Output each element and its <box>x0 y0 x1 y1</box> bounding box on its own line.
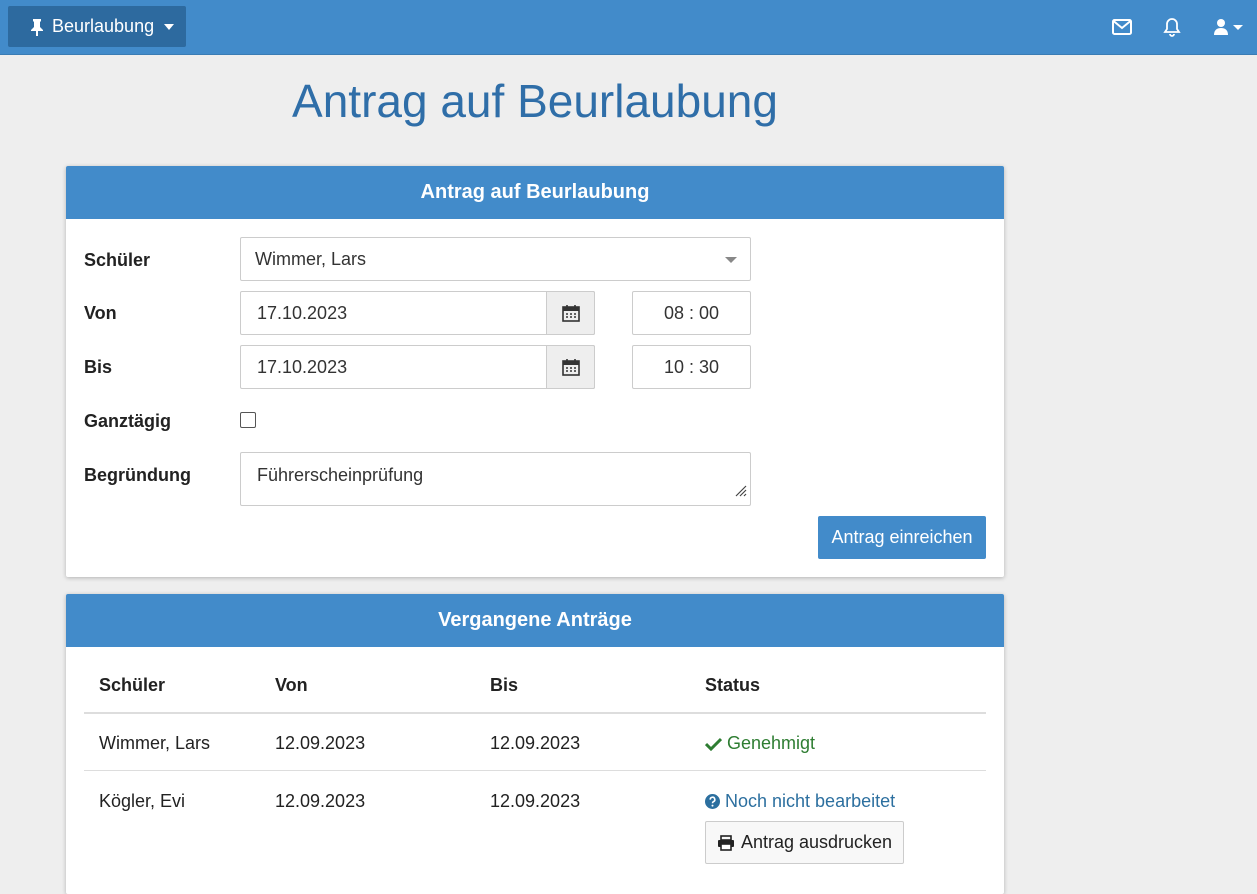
column-header-student: Schüler <box>99 675 166 695</box>
status-badge: Genehmigt <box>705 733 815 754</box>
submit-request-button[interactable]: Antrag einreichen <box>818 516 986 559</box>
from-date-value: 17.10.2023 <box>257 302 348 323</box>
status-text: Genehmigt <box>727 733 816 753</box>
from-date-picker-button[interactable] <box>546 291 595 335</box>
resize-handle-icon[interactable] <box>733 481 747 502</box>
row-divider <box>84 770 986 771</box>
column-header-status: Status <box>705 675 761 695</box>
printer-icon <box>717 834 734 851</box>
from-time-input[interactable]: 08 : 00 <box>632 291 751 335</box>
from-label: Von <box>84 303 117 323</box>
to-time-input[interactable]: 10 : 30 <box>632 345 751 389</box>
mail-icon[interactable] <box>1112 0 1132 54</box>
beurlaubung-menu-label: Beurlaubung <box>52 16 155 36</box>
past-requests-panel: Vergangene Anträge Schüler Von Bis Statu… <box>66 594 1004 894</box>
bell-icon[interactable] <box>1163 0 1181 54</box>
row-to: 12.09.2023 <box>490 733 581 753</box>
from-time-value: 08 : 00 <box>663 302 720 323</box>
calendar-icon <box>561 305 580 322</box>
top-navbar: Beurlaubung <box>0 0 1257 55</box>
status-badge: Noch nicht bearbeitet <box>705 791 895 812</box>
allday-checkbox[interactable] <box>240 412 256 428</box>
check-icon <box>705 737 722 751</box>
status-text: Noch nicht bearbeitet <box>725 791 896 811</box>
request-form-panel: Antrag auf Beurlaubung Schüler Wimmer, L… <box>66 166 1004 577</box>
past-requests-heading: Vergangene Anträge <box>66 594 1004 647</box>
to-label: Bis <box>84 357 113 377</box>
chevron-down-icon <box>164 23 175 30</box>
column-header-to: Bis <box>490 675 519 695</box>
row-to: 12.09.2023 <box>490 791 581 811</box>
row-student: Wimmer, Lars <box>99 733 211 753</box>
to-time-value: 10 : 30 <box>663 356 720 377</box>
row-from: 12.09.2023 <box>275 791 366 811</box>
to-date-value: 17.10.2023 <box>257 356 348 377</box>
to-date-input[interactable]: 17.10.2023 <box>240 345 595 389</box>
student-select[interactable]: Wimmer, Lars <box>240 237 751 281</box>
student-label: Schüler <box>84 250 151 270</box>
reason-value: Führerscheinprüfung <box>257 465 424 485</box>
chevron-down-icon <box>725 257 737 263</box>
pin-icon <box>30 18 44 36</box>
row-from: 12.09.2023 <box>275 733 366 753</box>
page-title: Antrag auf Beurlaubung <box>292 75 778 127</box>
user-menu-icon[interactable] <box>1213 0 1247 54</box>
request-form-heading: Antrag auf Beurlaubung <box>66 166 1004 219</box>
table-header-divider <box>84 712 986 714</box>
reason-textarea[interactable]: Führerscheinprüfung <box>240 452 751 506</box>
from-date-input[interactable]: 17.10.2023 <box>240 291 595 335</box>
beurlaubung-menu-button[interactable]: Beurlaubung <box>8 6 186 47</box>
reason-label: Begründung <box>84 465 191 485</box>
column-header-from: Von <box>275 675 308 695</box>
print-request-label: Antrag ausdrucken <box>740 832 893 852</box>
to-date-picker-button[interactable] <box>546 345 595 389</box>
student-select-value: Wimmer, Lars <box>255 248 367 269</box>
calendar-icon <box>561 359 580 376</box>
allday-label: Ganztägig <box>84 411 172 431</box>
row-student: Kögler, Evi <box>99 791 186 811</box>
question-circle-icon <box>705 794 720 809</box>
print-request-button[interactable]: Antrag ausdrucken <box>705 821 904 864</box>
